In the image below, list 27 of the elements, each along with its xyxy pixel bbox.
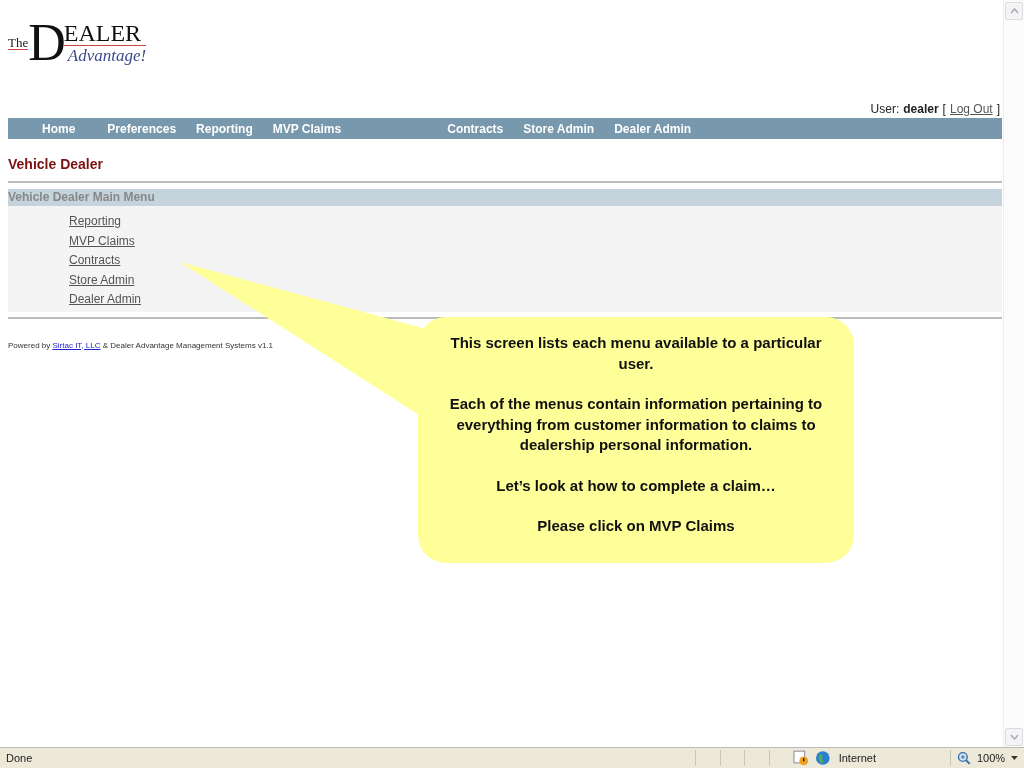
callout-text: Each of the menus contain information pertaining to everything from customer information to claims to dealership personal information. <box>448 394 824 455</box>
zoom-icon[interactable] <box>957 751 971 765</box>
page-title: Vehicle Dealer <box>8 156 104 174</box>
scrollbar[interactable] <box>1003 0 1024 748</box>
menu-link[interactable]: Dealer Admin <box>69 292 142 306</box>
user-name: dealer <box>903 102 939 118</box>
menu-link[interactable]: Contracts <box>69 253 121 267</box>
zoom-level[interactable]: 100% <box>977 752 1006 764</box>
scroll-down-icon[interactable] <box>1005 728 1023 746</box>
callout-text: Let’s look at how to complete a claim… <box>495 475 777 496</box>
menu-link[interactable]: Reporting <box>69 214 122 228</box>
bracket: [ <box>942 102 946 118</box>
menu-link[interactable]: MVP Claims <box>69 233 135 248</box>
company-link[interactable]: Sirtac IT, LLC <box>52 340 101 350</box>
menu-link[interactable]: Store Admin <box>69 272 135 287</box>
caret-icon[interactable] <box>1011 756 1018 760</box>
callout-text: Please click on MVP Claims <box>536 516 736 536</box>
globe-icon <box>815 750 831 766</box>
zone-text: Internet <box>838 752 876 764</box>
user-label: User: <box>870 102 900 118</box>
callout-text: This screen lists each menu available to a particular user. <box>449 333 823 374</box>
logout-link[interactable]: Log Out <box>949 102 993 118</box>
scroll-up-icon[interactable] <box>1005 2 1023 20</box>
status-text: Done <box>6 752 34 764</box>
menu-heading: Vehicle Dealer Main Menu <box>8 189 1002 206</box>
warning-icon <box>793 750 810 766</box>
bracket: ] <box>996 102 1000 118</box>
